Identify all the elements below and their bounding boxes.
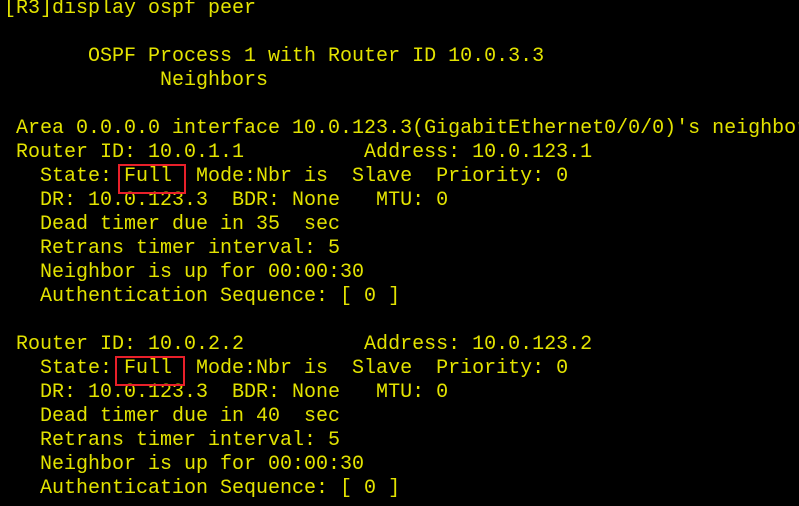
- neighbor-2-state: State: Full Mode:Nbr is Slave Priority: …: [4, 357, 569, 380]
- neighbor-1-uptime: Neighbor is up for 00:00:30: [4, 261, 365, 284]
- state-full-highlight-box: [118, 164, 186, 194]
- neighbors-header: Neighbors: [4, 69, 269, 92]
- neighbor-1-retrans: Retrans timer interval: 5: [4, 237, 341, 260]
- neighbor-2-retrans: Retrans timer interval: 5: [4, 429, 341, 452]
- state-full-highlight-box: [115, 356, 185, 386]
- terminal-window[interactable]: [R3]display ospf peer OSPF Process 1 wit…: [0, 0, 799, 506]
- neighbor-1-dr: DR: 10.0.123.3 BDR: None MTU: 0: [4, 189, 449, 212]
- neighbor-2-dr: DR: 10.0.123.3 BDR: None MTU: 0: [4, 381, 449, 404]
- neighbor-1-dead-timer: Dead timer due in 35 sec: [4, 213, 341, 236]
- neighbor-2-dead-timer: Dead timer due in 40 sec: [4, 405, 341, 428]
- process-header: OSPF Process 1 with Router ID 10.0.3.3: [4, 45, 545, 68]
- area-interface-line: Area 0.0.0.0 interface 10.0.123.3(Gigabi…: [4, 117, 799, 140]
- command-line: [R3]display ospf peer: [4, 0, 257, 20]
- neighbor-2-router-id: Router ID: 10.0.2.2 Address: 10.0.123.2: [4, 333, 593, 356]
- neighbor-2-uptime: Neighbor is up for 00:00:30: [4, 453, 365, 476]
- neighbor-1-router-id: Router ID: 10.0.1.1 Address: 10.0.123.1: [4, 141, 593, 164]
- neighbor-2-auth: Authentication Sequence: [ 0 ]: [4, 477, 401, 500]
- neighbor-1-auth: Authentication Sequence: [ 0 ]: [4, 285, 401, 308]
- neighbor-1-state: State: Full Mode:Nbr is Slave Priority: …: [4, 165, 569, 188]
